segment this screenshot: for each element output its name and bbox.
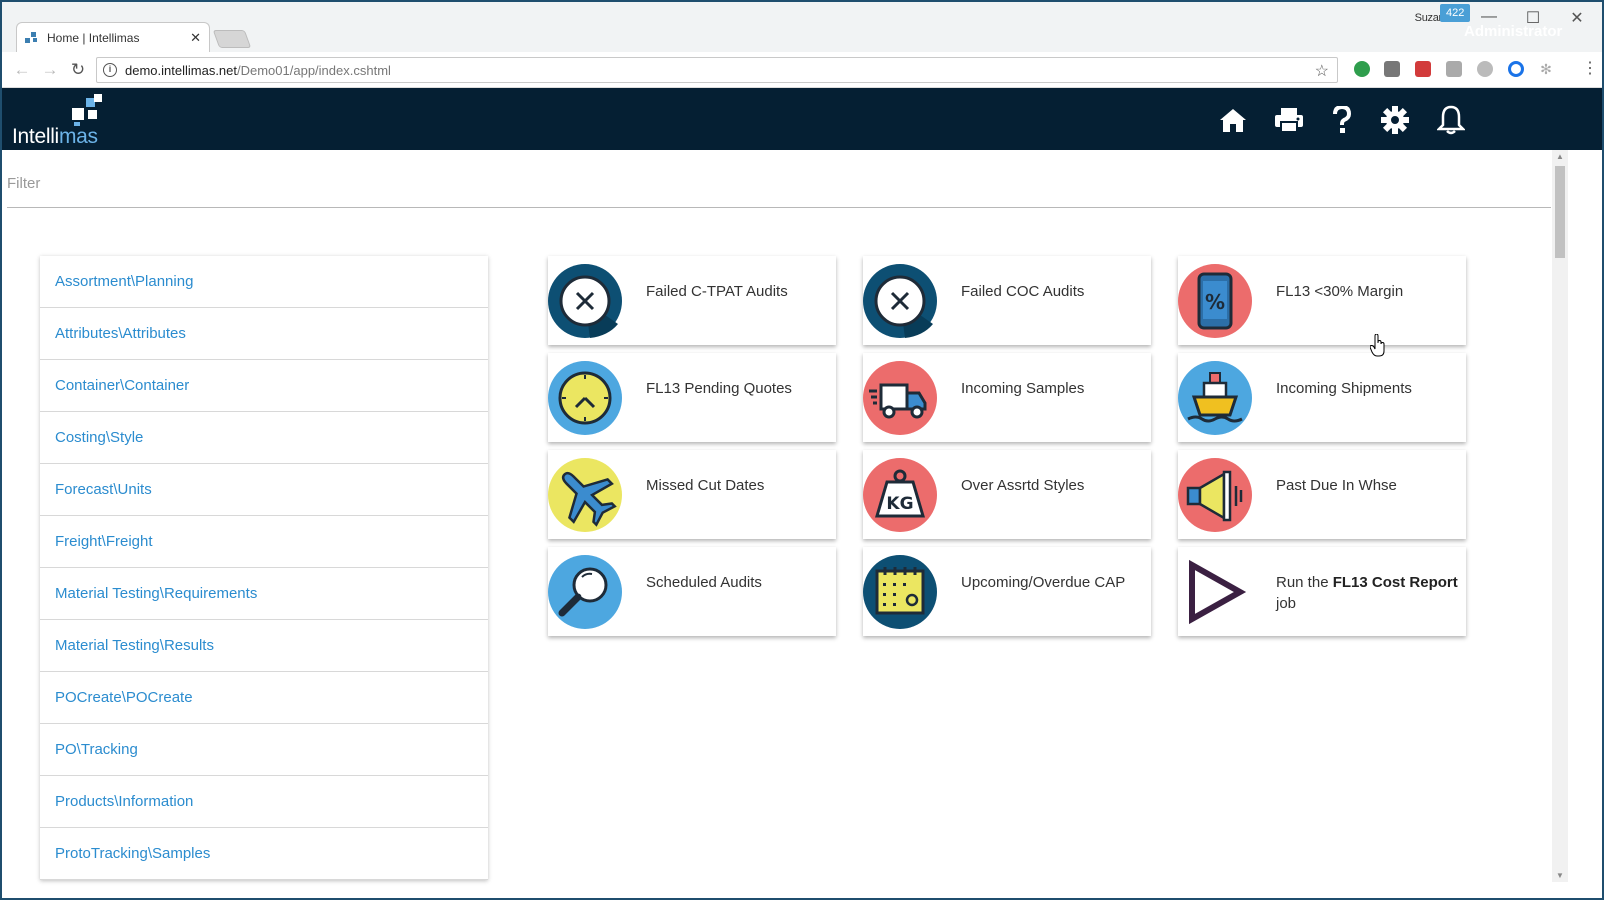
card-fl13-pending-quotes[interactable]: FL13 Pending Quotes <box>548 353 836 442</box>
sidebar-item-assortment-planning[interactable]: Assortment\Planning <box>40 256 488 308</box>
sidebar-item-attributes[interactable]: Attributes\Attributes <box>40 308 488 360</box>
page-scrollbar[interactable]: ▲ ▼ <box>1552 150 1568 882</box>
card-incoming-samples[interactable]: Incoming Samples <box>863 353 1151 442</box>
card-over-assrtd-styles[interactable]: KG Over Assrtd Styles <box>863 450 1151 539</box>
tab-title: Home | Intellimas <box>47 30 140 45</box>
sidebar-item-material-testing-results[interactable]: Material Testing\Results <box>40 620 488 672</box>
sidebar-item-material-testing-requirements[interactable]: Material Testing\Requirements <box>40 568 488 620</box>
gear-icon[interactable] <box>1380 104 1410 136</box>
scrollbar-thumb[interactable] <box>1555 166 1565 258</box>
hand-cursor-icon <box>1369 333 1386 358</box>
browser-toolbar: ← → ↻ i demo.intellimas.net/Demo01/app/i… <box>2 52 1602 88</box>
sidebar-item-po-tracking[interactable]: PO\Tracking <box>40 724 488 776</box>
main-content: Assortment\Planning Attributes\Attribute… <box>4 150 1552 898</box>
card-upcoming-overdue-cap[interactable]: Upcoming/Overdue CAP <box>863 547 1151 636</box>
module-list: Assortment\Planning Attributes\Attribute… <box>40 256 488 880</box>
delivery-truck-icon <box>863 361 937 435</box>
card-run-fl13-cost-report[interactable]: Run the FL13 Cost Report job <box>1178 547 1466 636</box>
svg-text:%: % <box>1205 290 1225 314</box>
x-circle-icon <box>548 264 622 338</box>
logo-mark-icon <box>64 94 104 128</box>
forward-button[interactable]: → <box>38 58 62 82</box>
new-tab-button[interactable] <box>212 30 252 48</box>
app-header: Intellimas <box>2 88 1602 150</box>
card-label: FL13 Pending Quotes <box>646 380 792 397</box>
clock-icon <box>548 361 622 435</box>
sidebar-item-costing-style[interactable]: Costing\Style <box>40 412 488 464</box>
svg-text:KG: KG <box>886 494 913 514</box>
url-path: /Demo01/app/index.cshtml <box>237 62 391 78</box>
close-window-button[interactable]: ✕ <box>1562 8 1592 28</box>
card-scheduled-audits[interactable]: Scheduled Audits <box>548 547 836 636</box>
filter-input[interactable] <box>7 160 1551 208</box>
card-label: Past Due In Whse <box>1276 477 1397 494</box>
extension-red-icon[interactable] <box>1415 61 1431 77</box>
card-label: Incoming Samples <box>961 380 1085 397</box>
card-label: Run the FL13 Cost Report job <box>1276 574 1458 612</box>
phone-percent-icon: % <box>1178 264 1252 338</box>
card-fl13-margin[interactable]: % FL13 <30% Margin <box>1178 256 1466 345</box>
card-incoming-shipments[interactable]: Incoming Shipments <box>1178 353 1466 442</box>
magnifier-icon <box>548 555 622 629</box>
site-info-icon[interactable]: i <box>103 63 117 77</box>
logo-text: Intellimas <box>12 125 98 148</box>
sidebar-item-forecast-units[interactable]: Forecast\Units <box>40 464 488 516</box>
airplane-icon <box>548 458 622 532</box>
browser-window: Home | Intellimas ✕ Suzanne — ☐ ✕ ← → ↻ … <box>0 0 1604 900</box>
extension-circle-icon[interactable] <box>1477 61 1493 77</box>
tab-close-icon[interactable]: ✕ <box>190 30 201 46</box>
card-label: Failed COC Audits <box>961 283 1085 300</box>
sidebar-item-prototracking-samples[interactable]: ProtoTracking\Samples <box>40 828 488 880</box>
card-label: Over Assrtd Styles <box>961 477 1085 494</box>
sidebar-item-pocreate[interactable]: POCreate\POCreate <box>40 672 488 724</box>
help-icon[interactable] <box>1330 104 1354 136</box>
reload-button[interactable]: ↻ <box>66 58 90 82</box>
tab-strip: Home | Intellimas ✕ Suzanne — ☐ ✕ <box>2 2 1602 52</box>
browser-tab[interactable]: Home | Intellimas ✕ <box>16 22 210 52</box>
card-past-due-in-whse[interactable]: Past Due In Whse <box>1178 450 1466 539</box>
card-missed-cut-dates[interactable]: Missed Cut Dates <box>548 450 836 539</box>
card-label: Missed Cut Dates <box>646 477 765 494</box>
bookmark-star-icon[interactable]: ☆ <box>1315 61 1329 81</box>
card-label: Upcoming/Overdue CAP <box>961 574 1126 591</box>
card-label: Scheduled Audits <box>646 574 762 591</box>
extension-gray-icon[interactable] <box>1384 61 1400 77</box>
site-favicon-icon <box>25 31 39 45</box>
intellimas-logo[interactable]: Intellimas <box>12 92 112 148</box>
scroll-up-arrow-icon[interactable]: ▲ <box>1552 152 1568 161</box>
report-name: FL13 Cost Report <box>1332 574 1458 591</box>
card-label: FL13 <30% Margin <box>1276 283 1404 300</box>
bell-icon[interactable] <box>1436 104 1466 136</box>
extension-blue-ring-icon[interactable] <box>1508 61 1524 77</box>
back-button[interactable]: ← <box>10 58 34 82</box>
card-failed-ctpat-audits[interactable]: Failed C-TPAT Audits <box>548 256 836 345</box>
sidebar-item-products-information[interactable]: Products\Information <box>40 776 488 828</box>
extension-green-icon[interactable] <box>1354 61 1370 77</box>
ship-icon <box>1178 361 1252 435</box>
card-label: Failed C-TPAT Audits <box>646 283 788 300</box>
sidebar-item-container[interactable]: Container\Container <box>40 360 488 412</box>
browser-menu-icon[interactable]: ⋮ <box>1582 61 1598 77</box>
user-menu[interactable]: Administrator <box>1464 23 1562 40</box>
megaphone-icon <box>1178 458 1252 532</box>
home-icon[interactable] <box>1218 104 1248 136</box>
scroll-down-arrow-icon[interactable]: ▼ <box>1552 871 1568 880</box>
extension-g-icon[interactable] <box>1446 61 1462 77</box>
notification-count-badge[interactable]: 422 <box>1440 4 1471 22</box>
sidebar-item-freight[interactable]: Freight\Freight <box>40 516 488 568</box>
card-label: Incoming Shipments <box>1276 380 1412 397</box>
address-bar[interactable]: i demo.intellimas.net/Demo01/app/index.c… <box>96 57 1338 83</box>
printer-icon[interactable] <box>1274 104 1304 136</box>
card-failed-coc-audits[interactable]: Failed COC Audits <box>863 256 1151 345</box>
calendar-icon <box>863 555 937 629</box>
kg-weight-icon: KG <box>863 458 937 532</box>
play-icon <box>1178 555 1252 629</box>
extension-snowflake-icon[interactable]: ✻ <box>1538 61 1554 77</box>
x-circle-icon <box>863 264 937 338</box>
url-host: demo.intellimas.net <box>125 62 237 78</box>
